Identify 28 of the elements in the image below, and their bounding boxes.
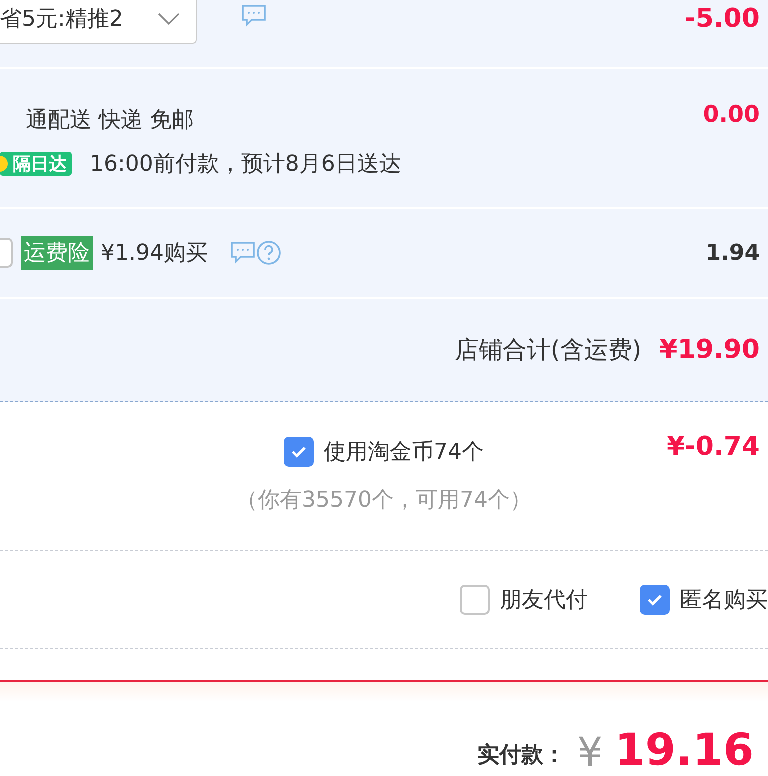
delivery-estimate: 16:00前付款，预计8月6日送达 [90, 151, 402, 179]
next-day-badge: 隔日达 [0, 152, 72, 176]
shop-total-amount: ¥19.90 [660, 335, 760, 365]
chevron-down-icon [158, 13, 180, 25]
chat-icon[interactable] [230, 241, 256, 265]
checkbox[interactable] [640, 584, 670, 614]
payment-amount: 19.16 [614, 726, 754, 776]
currency-symbol: ¥ [577, 730, 603, 776]
insurance-tag: 运费险 [21, 236, 93, 270]
option-label: 朋友代付 [500, 586, 588, 614]
coins-amount: ¥-0.74 [666, 432, 760, 462]
coins-note: （你有35570个，可用74个） [236, 487, 532, 515]
checkmark-icon [291, 446, 307, 458]
checkmark-icon [647, 594, 663, 606]
discount-amount: -5.00 [685, 4, 760, 34]
checkbox[interactable] [460, 584, 490, 614]
shipping-amount: 0.00 [703, 102, 760, 128]
chat-icon[interactable] [241, 4, 267, 28]
payment-label: 实付款： [477, 742, 566, 770]
insurance-amount: 1.94 [706, 240, 760, 266]
coupon-dropdown[interactable]: 省5元:精推2 [0, 0, 197, 44]
insurance-price[interactable]: ¥1.94购买 [101, 238, 208, 268]
shop-total-label: 店铺合计(含运费) [454, 335, 642, 366]
shipping-method: 通配送 快递 免邮 [26, 107, 194, 135]
checkbox[interactable] [284, 437, 314, 467]
option-label: 匿名购买 [680, 586, 768, 614]
coins-label: 使用淘金币74个 [324, 439, 484, 467]
help-icon[interactable] [256, 240, 282, 266]
